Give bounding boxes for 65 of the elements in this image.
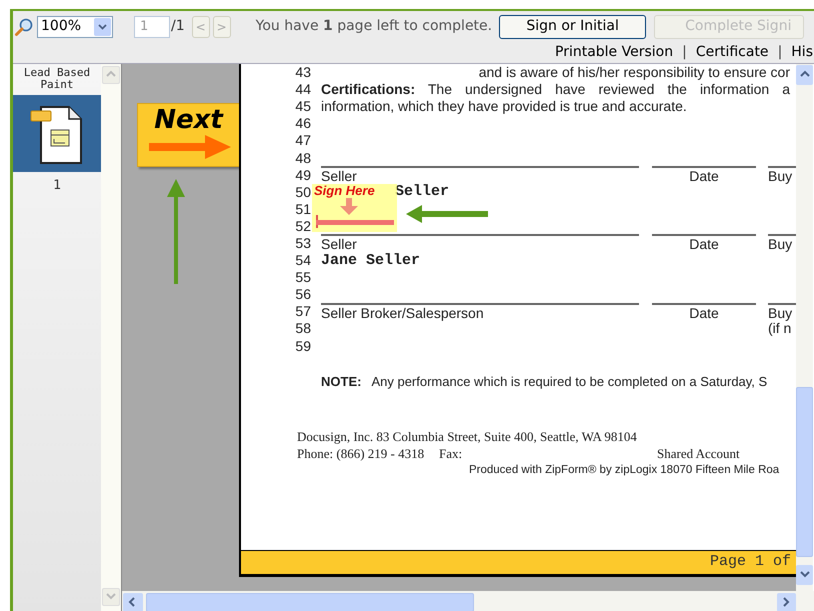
signature-label: Date	[652, 234, 756, 252]
sign-here-tag[interactable]: Sign Here	[312, 184, 397, 232]
line-number: 47	[294, 131, 311, 150]
account-name: Shared Account	[657, 445, 740, 462]
header-link[interactable]: His	[791, 42, 813, 62]
page-thumbnail[interactable]	[13, 95, 101, 172]
document-text: and is aware of his/her responsibility to ensure cor	[478, 64, 791, 82]
scroll-down-icon[interactable]	[796, 565, 813, 585]
company-address: Docusign, Inc. 83 Columbia Street, Suite 400, Seattle, WA 98104	[297, 428, 637, 446]
zoom-select[interactable]: 100%	[37, 16, 113, 38]
up-arrow-icon	[166, 179, 186, 285]
vertical-scrollbar[interactable]	[796, 64, 813, 591]
signature-label: Date	[652, 166, 756, 184]
line-number: 45	[294, 97, 311, 116]
line-number: 49	[294, 166, 311, 185]
scrollbar-corner	[797, 591, 814, 611]
document-text: information, which they have provided is true and accurate.	[321, 97, 688, 116]
signature-line-icon	[316, 214, 396, 228]
note-label: NOTE:	[321, 372, 362, 391]
document-title: Lead Based Paint	[22, 65, 92, 91]
line-number: 57	[294, 302, 311, 322]
link-separator: |	[778, 42, 782, 62]
page-indicator: Page 1 of	[710, 552, 791, 572]
line-number: 58	[294, 319, 311, 338]
search-icon[interactable]	[14, 16, 34, 36]
document-text: Certifications: The undersigned have reviewed the information a	[321, 80, 791, 100]
line-number: 52	[294, 216, 311, 236]
page-number: 1	[52, 177, 62, 195]
sign-button[interactable]: Sign or Initial	[499, 14, 646, 38]
produced-by-text: Produced with ZipForm® by zipLogix 18070 Fifteen Mile Roa	[468, 463, 780, 478]
next-button[interactable]: Next	[137, 103, 240, 167]
scroll-up-icon[interactable]	[796, 65, 813, 85]
status-message: You have 1 page left to complete.	[256, 17, 492, 36]
header-link[interactable]: Certificate	[696, 42, 769, 62]
line-number: 44	[294, 80, 311, 100]
scroll-left-icon[interactable]	[123, 592, 143, 611]
horizontal-scrollbar[interactable]	[122, 591, 797, 611]
page-total: /1	[171, 17, 185, 36]
line-number: 54	[294, 251, 311, 270]
scroll-right-icon[interactable]	[777, 592, 796, 611]
down-arrow-icon	[339, 198, 359, 216]
scrollbar-thumb[interactable]	[796, 387, 813, 557]
dropdown-icon	[94, 18, 111, 36]
phone-number: Phone: (866) 219 - 4318	[297, 445, 426, 462]
line-number: 56	[294, 285, 311, 304]
note-text: Any performance which is required to be completed on a Saturday, S	[371, 372, 768, 391]
line-number: 43	[294, 64, 311, 82]
signer-name: Jane Seller	[321, 250, 420, 271]
line-number: 50	[294, 182, 311, 202]
signer-name: Seller	[395, 182, 450, 202]
line-number: 46	[294, 114, 311, 134]
scrollbar-thumb[interactable]	[146, 592, 474, 611]
header-link[interactable]: Printable Version	[555, 42, 674, 62]
line-number: 53	[294, 234, 311, 253]
link-separator: |	[682, 42, 687, 62]
fax-label: Fax:	[439, 445, 464, 462]
line-number: 55	[294, 268, 311, 288]
signature-label: Seller	[321, 234, 639, 252]
signature-label: Seller Broker/Salesperson	[321, 302, 639, 321]
line-number: 48	[294, 148, 311, 168]
left-arrow-icon	[406, 204, 490, 224]
line-number: 51	[294, 200, 311, 219]
line-number: 59	[294, 336, 311, 356]
document-text: (if n	[767, 320, 792, 336]
signature-label: Date	[652, 302, 756, 321]
